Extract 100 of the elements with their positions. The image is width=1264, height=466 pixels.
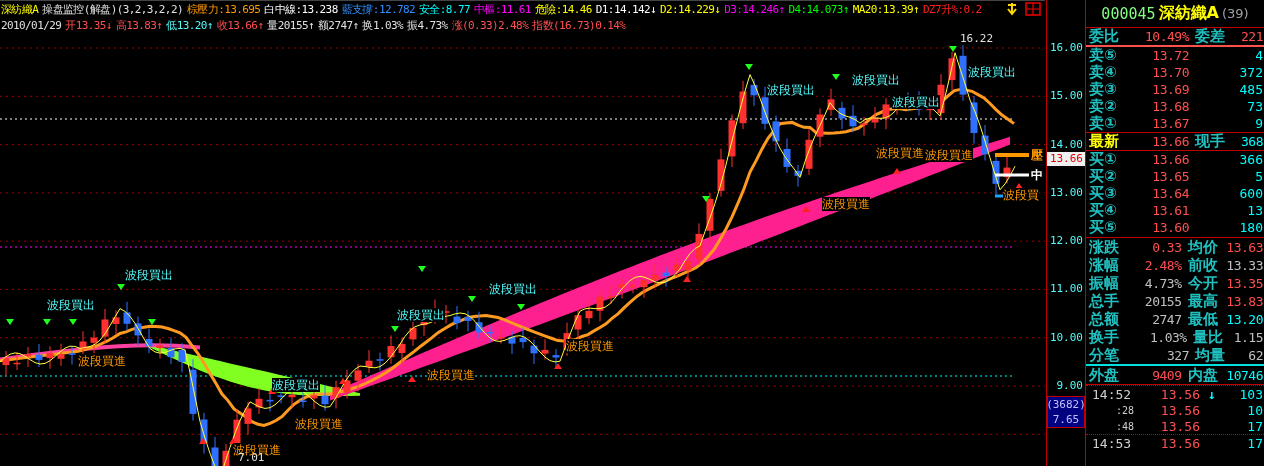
order-label: 卖②	[1089, 97, 1118, 115]
tick-time: :28	[1114, 404, 1135, 416]
level-mark: 中	[1031, 168, 1043, 182]
indicator-text: 深紡織A	[1, 1, 39, 17]
indicator-text: D1:14.142↓	[595, 2, 657, 16]
layout-icon[interactable]	[1025, 2, 1041, 17]
axis-tick-label: 11.00	[1049, 283, 1083, 296]
indicator-text: D2:14.229↓	[660, 2, 721, 16]
order-volume: 5	[1254, 169, 1264, 184]
order-volume: 13	[1246, 203, 1264, 218]
ratio-value: 10.49%	[1144, 29, 1189, 44]
signal-label: 波段買出	[968, 65, 1016, 79]
order-price: 13.64	[1151, 186, 1189, 201]
signal-label: 波段買進	[78, 354, 126, 368]
order-label: 卖⑤	[1089, 46, 1118, 64]
count-text: (39)	[1221, 6, 1249, 21]
indicator-text: 额2747↑	[317, 18, 359, 34]
stat-value: 13.20	[1226, 311, 1264, 327]
level-line	[995, 153, 1029, 157]
order-label: 买⑤	[1089, 218, 1118, 237]
price-high-label: 16.22	[960, 32, 994, 45]
axis-tick-label: 14.00	[1049, 138, 1083, 151]
order-volume: 73	[1246, 99, 1264, 114]
signal-label: 波段買進	[566, 339, 614, 353]
axis-tick-label: 12.00	[1049, 235, 1083, 248]
tick-volume: 10	[1246, 402, 1264, 418]
stat-value: 20155	[1143, 293, 1182, 309]
order-price: 13.60	[1151, 220, 1189, 235]
tick-volume: 103	[1238, 386, 1264, 402]
tick-volume: 17	[1246, 418, 1264, 434]
inner-volume: 10746	[1226, 367, 1264, 383]
signal-label: 波段買進	[427, 368, 475, 382]
signal-label: 波段買出	[272, 378, 320, 392]
indicator-text: 藍支撐:12.782	[341, 1, 415, 17]
stat-value: 13.35	[1226, 275, 1264, 291]
stat-label: 量比	[1192, 327, 1224, 347]
level-line	[995, 173, 1029, 177]
tick-price: 13.56	[1159, 435, 1200, 451]
order-price: 13.65	[1151, 169, 1189, 184]
order-price: 13.72	[1151, 48, 1189, 63]
axis-tick-label: 9.00	[1056, 380, 1083, 392]
indicator-text: 量20155↑	[267, 18, 314, 34]
field-label: 委比	[1089, 27, 1120, 46]
order-price: 13.68	[1151, 99, 1189, 114]
field-label: 现手	[1195, 132, 1226, 151]
order-label: 买④	[1089, 201, 1118, 220]
signal-label: 波段買出	[125, 268, 173, 282]
order-label: 买①	[1089, 150, 1118, 169]
outer-volume: 9409	[1151, 367, 1182, 383]
signal-label: 波段買進	[822, 197, 870, 211]
diff-value: 221	[1240, 29, 1264, 44]
stat-value: 13.83	[1226, 293, 1264, 309]
tick-price: 13.56	[1159, 386, 1200, 402]
signal-label: 波段買出	[852, 73, 900, 87]
signal-label: 波段買出	[397, 308, 445, 322]
field-label: 最新	[1089, 132, 1120, 151]
order-label: 卖④	[1089, 63, 1118, 81]
signal-label: 波段買	[1003, 188, 1039, 202]
stat-label: 前收	[1187, 255, 1219, 275]
stat-label: 均价	[1187, 237, 1219, 257]
order-label: 买②	[1089, 167, 1118, 186]
signal-label: 波段買出	[47, 298, 95, 312]
signal-label: 波段買出	[489, 282, 537, 296]
stat-value: 62	[1247, 347, 1264, 363]
stat-label: 涨幅	[1089, 255, 1120, 275]
signal-label: 波段買進	[295, 417, 343, 431]
indicator-text: D4:14.073↑	[788, 2, 849, 16]
indicator-text: 振4.73%	[407, 18, 448, 34]
stock-code: 000045	[1101, 4, 1156, 23]
signal-label: 波段買出	[892, 95, 940, 109]
stat-label: 均量	[1195, 345, 1226, 365]
stat-value: 4.73%	[1143, 275, 1182, 291]
order-price: 13.70	[1151, 65, 1189, 80]
field-label: 外盘	[1089, 365, 1120, 385]
tick-time: 14:53	[1092, 435, 1133, 451]
indicator-text: 危險:14.46	[534, 1, 592, 17]
arrow-text: ↓	[1207, 386, 1217, 402]
tick-price: 13.56	[1159, 402, 1200, 418]
signal-label: 波段買出	[767, 83, 815, 97]
axis-tick-label: 15.00	[1049, 90, 1083, 103]
stat-value: 1.15	[1233, 329, 1264, 345]
stat-label: 最高	[1187, 291, 1219, 311]
indicator-text: 中樞:11.61	[473, 1, 531, 17]
stat-value: 2747	[1151, 311, 1182, 327]
tick-volume: 17	[1246, 435, 1264, 451]
order-volume: 485	[1238, 82, 1264, 97]
signal-label: 波段買進	[925, 148, 973, 162]
level-mark: 壓	[1031, 148, 1043, 162]
axis-tick-label: 16.00	[1049, 42, 1083, 54]
stat-label: 换手	[1089, 327, 1120, 347]
order-label: 卖①	[1089, 114, 1118, 133]
anchor-icon[interactable]	[1005, 2, 1019, 17]
order-label: 卖③	[1089, 80, 1118, 98]
order-price: 13.66	[1151, 152, 1189, 167]
indicator-text: 安全:8.77	[419, 1, 470, 17]
indicator-text: 开13.35↓	[65, 18, 112, 34]
signal-label: 波段買進	[876, 146, 924, 160]
order-price: 13.69	[1151, 82, 1189, 97]
indicator-text: 棕壓力:13.695	[186, 1, 261, 17]
volume-text: 7.65	[1052, 412, 1080, 427]
